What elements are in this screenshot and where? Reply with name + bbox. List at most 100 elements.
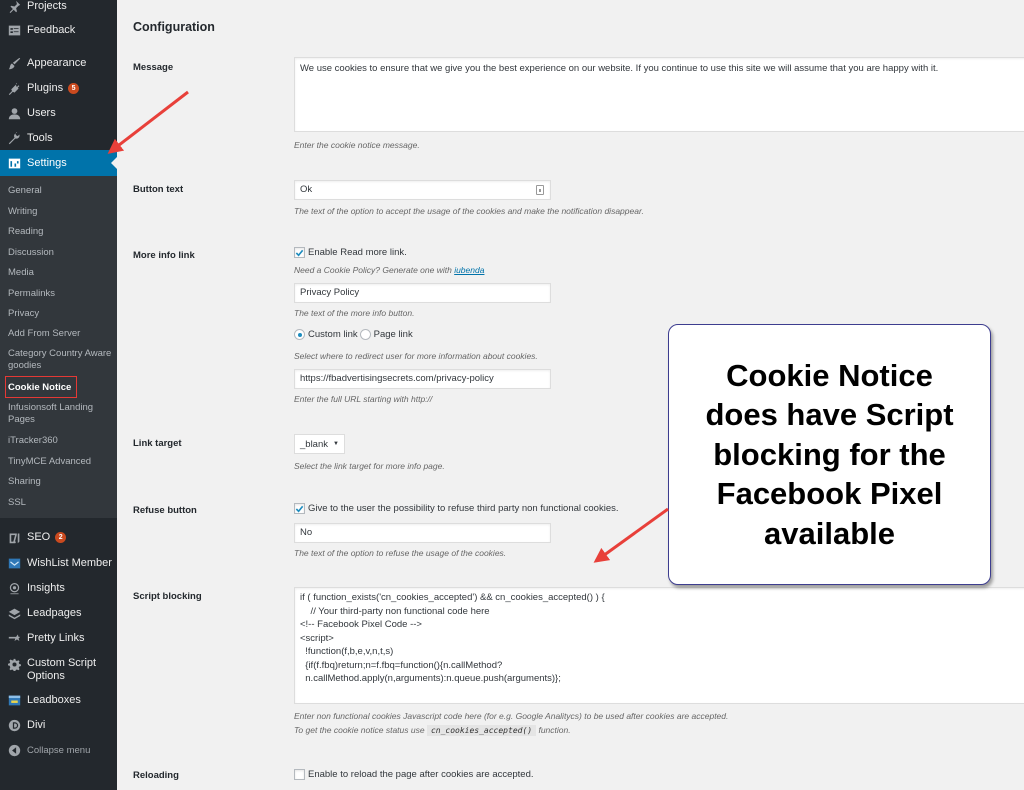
message-label: Message xyxy=(133,62,174,73)
submenu-item-infusionsoft[interactable]: Infusionsoft Landing Pages xyxy=(8,402,112,426)
more-info-text-description: The text of the more info button. xyxy=(294,308,415,318)
button-text-value: Ok xyxy=(300,184,313,195)
submenu-item-permalinks[interactable]: Permalinks xyxy=(8,288,112,300)
reloading-row: Enable to reload the page after cookies … xyxy=(294,769,534,780)
status-hint-suffix: function. xyxy=(536,725,571,735)
submenu-item-itracker360[interactable]: iTracker360 xyxy=(8,435,112,447)
code-line: if ( function_exists('cn_cookies_accepte… xyxy=(300,592,605,603)
enable-read-more-label: Enable Read more link. xyxy=(308,247,407,258)
privacy-url-input[interactable]: https://fbadvertisingsecrets.com/privacy… xyxy=(294,369,551,389)
feedback-icon xyxy=(7,23,21,37)
submenu-item-discussion[interactable]: Discussion xyxy=(8,247,112,259)
privacy-url-value: https://fbadvertisingsecrets.com/privacy… xyxy=(300,373,494,384)
enable-read-more-checkbox[interactable] xyxy=(294,247,305,258)
button-text-label: Button text xyxy=(133,184,184,195)
user-icon xyxy=(7,106,21,120)
menu-item-tools[interactable]: Tools xyxy=(0,126,117,150)
enable-read-more-row: Enable Read more link. xyxy=(294,247,407,258)
script-blocking-label: Script blocking xyxy=(133,591,202,602)
cookie-policy-hint: Need a Cookie Policy? Generate one with … xyxy=(294,265,484,275)
button-text-input[interactable]: Ok xyxy=(294,180,551,200)
menu-item-pretty-links[interactable]: Pretty Links xyxy=(0,626,117,650)
insights-icon xyxy=(7,581,21,595)
plugins-update-badge: 5 xyxy=(68,82,80,94)
annotation-arrow-script-blocking xyxy=(593,507,669,563)
link-type-radio-group: Custom link Page link xyxy=(294,329,413,340)
more-info-text-value: Privacy Policy xyxy=(300,287,360,298)
message-textarea[interactable]: We use cookies to ensure that we give yo… xyxy=(294,57,1024,132)
more-info-label: More info link xyxy=(133,250,195,261)
menu-label: Users xyxy=(27,107,56,119)
submenu-item-tinymce[interactable]: TinyMCE Advanced xyxy=(8,456,112,468)
menu-item-leadboxes[interactable]: Leadboxes xyxy=(0,688,117,712)
submenu-item-reading[interactable]: Reading xyxy=(8,226,112,238)
annotation-arrow-settings xyxy=(107,90,189,154)
reloading-checkbox[interactable] xyxy=(294,769,305,780)
menu-label: Appearance xyxy=(27,57,87,69)
refuse-text-input[interactable]: No xyxy=(294,523,551,543)
code-line: {if(f.fbq)return;n=f.fbq=function(){n.ca… xyxy=(300,659,503,671)
wrench-icon xyxy=(7,131,21,145)
annotation-callout-text: Cookie Notice does have Script blocking … xyxy=(705,357,954,551)
menu-item-seo[interactable]: SEO 2 xyxy=(0,525,117,549)
menu-item-plugins[interactable]: Plugins 5 xyxy=(0,76,117,100)
menu-item-custom-script-options[interactable]: Custom Script Options xyxy=(0,651,117,687)
wishlist-icon xyxy=(7,556,21,570)
menu-item-wishlist-member[interactable]: WishList Member xyxy=(0,551,117,575)
menu-item-divi[interactable]: Divi xyxy=(0,713,117,737)
dropdown-arrow-icon: ▼ xyxy=(333,441,339,447)
link-type-description: Select where to redirect user for more i… xyxy=(294,351,538,361)
reloading-label: Reloading xyxy=(133,770,179,781)
menu-label: Tools xyxy=(27,132,53,144)
submenu-item-add-from-server[interactable]: Add From Server xyxy=(8,328,112,340)
menu-label: Leadpages xyxy=(27,607,82,619)
refuse-option-checkbox[interactable] xyxy=(294,503,305,514)
submenu-item-sharing[interactable]: Sharing xyxy=(8,476,112,488)
submenu-item-media[interactable]: Media xyxy=(8,267,112,279)
menu-item-insights[interactable]: Insights xyxy=(0,576,117,600)
page-link-label: Page link xyxy=(373,329,413,340)
menu-item-leadpages[interactable]: Leadpages xyxy=(0,601,117,625)
collapse-icon xyxy=(7,743,21,757)
submenu-item-writing[interactable]: Writing xyxy=(8,206,112,218)
code-line: n.callMethod.apply(n,arguments):n.queue.… xyxy=(300,673,561,684)
gear-icon xyxy=(7,657,21,671)
password-manager-icon[interactable] xyxy=(536,185,544,195)
message-description: Enter the cookie notice message. xyxy=(294,140,420,150)
refuse-option-label: Give to the user the possibility to refu… xyxy=(308,503,619,514)
leadpages-icon xyxy=(7,606,21,620)
page-link-radio[interactable] xyxy=(359,329,371,340)
menu-label: WishList Member xyxy=(27,557,112,569)
submenu-item-category-country[interactable]: Category Country Aware goodies xyxy=(8,348,112,372)
pretty-links-icon xyxy=(7,631,21,645)
message-value: We use cookies to ensure that we give yo… xyxy=(300,63,939,74)
more-info-text-input[interactable]: Privacy Policy xyxy=(294,283,551,303)
menu-label: Custom Script Options xyxy=(27,657,97,682)
menu-item-appearance[interactable]: Appearance xyxy=(0,51,117,75)
code-line: <!-- Facebook Pixel Code --> xyxy=(300,619,422,630)
refuse-button-label: Refuse button xyxy=(133,505,197,516)
script-blocking-textarea[interactable]: if ( function_exists('cn_cookies_accepte… xyxy=(294,587,1024,704)
menu-item-settings[interactable]: Settings xyxy=(0,150,117,176)
menu-item-projects[interactable]: Projects xyxy=(0,0,117,18)
custom-link-radio[interactable] xyxy=(294,329,305,340)
divi-icon xyxy=(7,718,21,732)
submenu-item-privacy[interactable]: Privacy xyxy=(8,308,112,320)
refuse-text-value: No xyxy=(300,527,313,538)
collapse-menu-button[interactable]: Collapse menu xyxy=(0,738,117,762)
script-blocking-status-hint: To get the cookie notice status use cn_c… xyxy=(294,725,571,736)
refuse-text-description: The text of the option to refuse the usa… xyxy=(294,548,507,558)
iubenda-link[interactable]: iubenda xyxy=(454,265,484,275)
submenu-item-ssl[interactable]: SSL xyxy=(8,497,112,509)
menu-label: Pretty Links xyxy=(27,632,85,644)
menu-item-feedback[interactable]: Feedback xyxy=(0,18,117,42)
status-hint-function: cn_cookies_accepted() xyxy=(426,725,537,736)
menu-item-users[interactable]: Users xyxy=(0,101,117,125)
status-hint-prefix: To get the cookie notice status use xyxy=(294,725,427,735)
yoast-icon xyxy=(7,530,21,544)
link-target-select[interactable]: _blank ▼ xyxy=(294,434,345,454)
code-line: // Your third-party non functional code … xyxy=(300,605,490,617)
section-title: Configuration xyxy=(133,20,215,34)
seo-badge: 2 xyxy=(55,531,67,543)
submenu-item-general[interactable]: General xyxy=(8,185,112,197)
